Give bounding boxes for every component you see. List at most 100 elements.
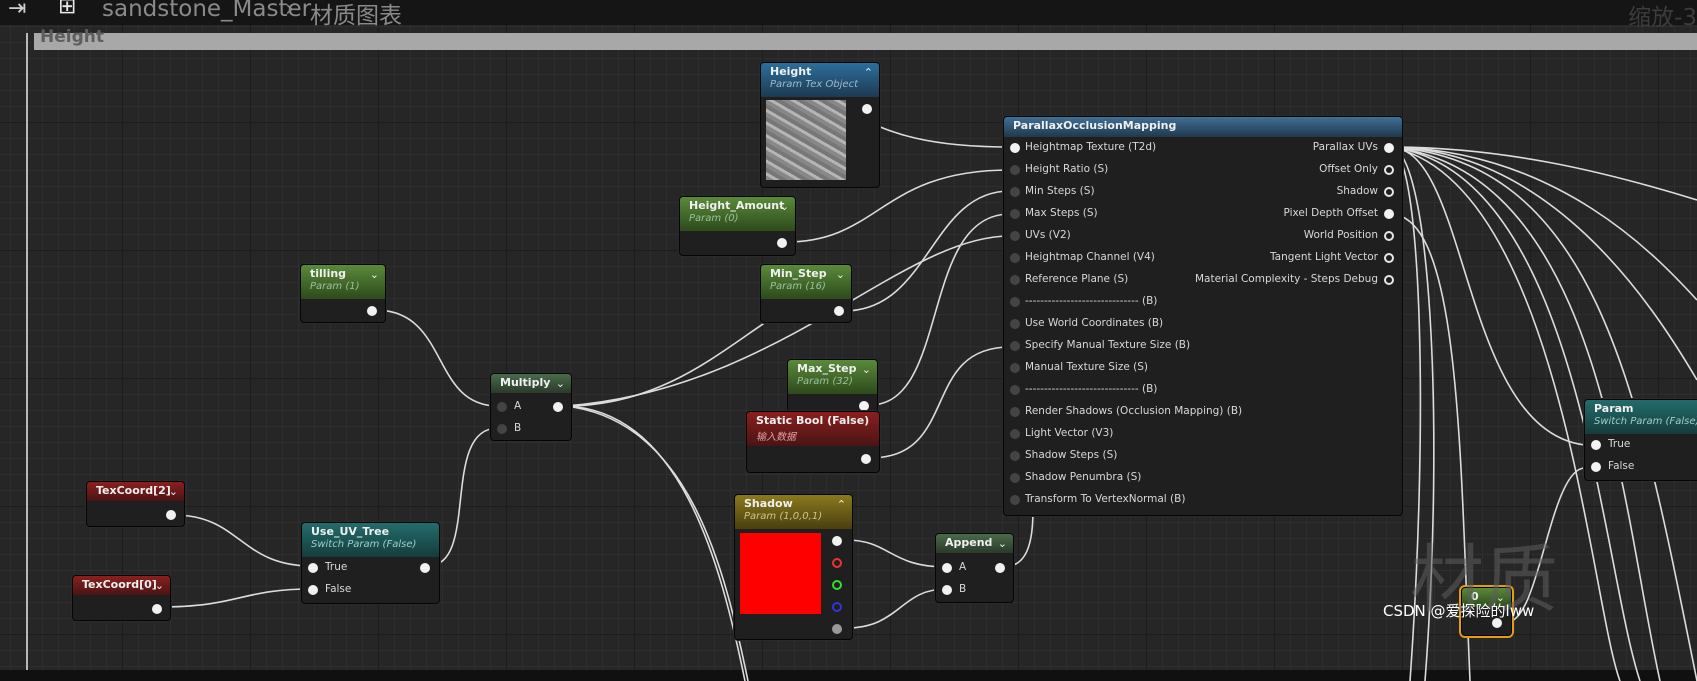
input-pin-b[interactable]	[942, 585, 952, 595]
pom-input-pin[interactable]	[1010, 319, 1020, 329]
input-pin-false[interactable]	[1591, 462, 1601, 472]
pom-input-pin[interactable]	[1010, 473, 1020, 483]
pom-input-pin[interactable]	[1010, 209, 1020, 219]
pom-input-label: Shadow Steps (S)	[1025, 449, 1118, 461]
output-pin[interactable]	[777, 238, 787, 248]
output-pin[interactable]	[859, 401, 869, 411]
node-header[interactable]: Min_Step Param (16) ⌄	[761, 265, 851, 299]
wire-texcoord0-to-useuv	[157, 588, 313, 608]
pom-input-pin[interactable]	[1010, 495, 1020, 505]
pom-output-pin[interactable]	[1384, 275, 1394, 285]
pom-output-pin[interactable]	[1384, 231, 1394, 241]
node-subtitle: Switch Param (False)	[1594, 416, 1697, 427]
output-pin[interactable]	[553, 402, 563, 412]
color-swatch	[740, 533, 821, 614]
wire-maxstep-to-pom	[869, 213, 1011, 406]
output-pin[interactable]	[861, 454, 871, 464]
expand-chevron-icon[interactable]: ⌄	[862, 363, 871, 376]
node-header[interactable]: Height Param Tex Object ⌃	[761, 63, 879, 97]
node-header[interactable]: Height_Amount Param (0) ⌄	[680, 197, 795, 231]
pom-input-pin[interactable]	[1010, 385, 1020, 395]
pom-input-pin[interactable]	[1010, 407, 1020, 417]
pom-output-pin[interactable]	[1384, 187, 1394, 197]
output-pin[interactable]	[166, 510, 176, 520]
pom-output-pin[interactable]	[1384, 143, 1394, 153]
node-append[interactable]: Append ⌄ A B	[935, 533, 1014, 603]
node-subtitle: Param (1)	[310, 281, 360, 292]
node-texcoord-2[interactable]: TexCoord[2] ⌄	[86, 481, 185, 527]
node-header[interactable]: Multiply ⌄	[491, 374, 571, 393]
wire-puv-5	[1389, 146, 1697, 301]
input-pin-true[interactable]	[308, 563, 318, 573]
input-pin-a[interactable]	[497, 402, 507, 412]
output-pin-r[interactable]	[832, 558, 842, 568]
output-pin[interactable]	[834, 306, 844, 316]
output-pin[interactable]	[152, 604, 162, 614]
input-pin-false[interactable]	[308, 585, 318, 595]
pom-input-pin[interactable]	[1010, 275, 1020, 285]
output-pin-b[interactable]	[832, 602, 842, 612]
node-parallax-occlusion-mapping[interactable]: ParallaxOcclusionMapping Heightmap Textu…	[1003, 116, 1403, 516]
node-static-bool[interactable]: Static Bool (False) 输入数据	[746, 411, 880, 473]
node-max-step[interactable]: Max_Step Param (32) ⌄	[787, 359, 878, 413]
expand-chevron-icon[interactable]: ⌄	[556, 377, 565, 390]
input-pin-a[interactable]	[942, 563, 952, 573]
node-texcoord-0[interactable]: TexCoord[0] ⌄	[72, 575, 171, 621]
pom-output-pin[interactable]	[1384, 165, 1394, 175]
expand-chevron-icon[interactable]: ⌄	[998, 537, 1007, 550]
pom-input-pin[interactable]	[1010, 187, 1020, 197]
pom-input-pin[interactable]	[1010, 429, 1020, 439]
node-tilling[interactable]: tilling Param (1) ⌄	[300, 264, 386, 323]
node-height-texture[interactable]: Height Param Tex Object ⌃	[760, 62, 880, 188]
node-header[interactable]: Append ⌄	[936, 534, 1013, 553]
node-use-uv-tree[interactable]: Use_UV_Tree Switch Param (False) True Fa…	[301, 522, 440, 604]
node-header[interactable]: Use_UV_Tree Switch Param (False)	[302, 523, 439, 557]
node-header[interactable]: Shadow Param (1,0,0,1) ⌃	[735, 495, 852, 529]
node-header[interactable]: Static Bool (False) 输入数据	[747, 412, 879, 446]
expand-chevron-icon[interactable]: ⌄	[155, 579, 164, 592]
expand-chevron-icon[interactable]: ⌄	[370, 268, 379, 281]
output-pin-rgb[interactable]	[832, 536, 842, 546]
pom-input-pin[interactable]	[1010, 143, 1020, 153]
node-header[interactable]: TexCoord[2] ⌄	[87, 482, 184, 501]
node-header[interactable]: ParallaxOcclusionMapping	[1004, 117, 1402, 137]
node-height-amount[interactable]: Height_Amount Param (0) ⌄	[679, 196, 796, 256]
expand-chevron-icon[interactable]: ⌄	[780, 200, 789, 213]
node-shadow[interactable]: Shadow Param (1,0,0,1) ⌃	[734, 494, 853, 640]
output-pin[interactable]	[420, 563, 430, 573]
input-pin-b[interactable]	[497, 424, 507, 434]
expand-chevron-icon[interactable]: ⌄	[836, 268, 845, 281]
node-multiply[interactable]: Multiply ⌄ A B	[490, 373, 572, 441]
node-subtitle: Param (0)	[689, 213, 739, 224]
wire-staticbool-to-pom	[869, 346, 1011, 459]
node-header[interactable]: Param Switch Param (False)	[1585, 400, 1697, 434]
node-header[interactable]: Max_Step Param (32) ⌄	[788, 360, 877, 394]
node-header[interactable]: TexCoord[0] ⌄	[73, 576, 170, 595]
pom-input-label: Transform To VertexNormal (B)	[1025, 493, 1186, 505]
pom-input-pin[interactable]	[1010, 451, 1020, 461]
input-pin-true[interactable]	[1591, 440, 1601, 450]
pom-input-pin[interactable]	[1010, 297, 1020, 307]
node-header[interactable]: tilling Param (1) ⌄	[301, 265, 385, 299]
pom-input-pin[interactable]	[1010, 165, 1020, 175]
pom-input-pin[interactable]	[1010, 253, 1020, 263]
node-param-switch[interactable]: Param Switch Param (False) True False	[1584, 399, 1697, 481]
pom-input-pin[interactable]	[1010, 363, 1020, 373]
pom-input-pin[interactable]	[1010, 341, 1020, 351]
node-min-step[interactable]: Min_Step Param (16) ⌄	[760, 264, 852, 323]
wire-shadow-alpha-to-append-b	[845, 588, 947, 629]
node-title: ParallaxOcclusionMapping	[1013, 119, 1177, 132]
node-title: TexCoord[0]	[82, 578, 157, 591]
output-pin[interactable]	[862, 104, 872, 114]
output-pin-a[interactable]	[832, 624, 842, 634]
pom-input-pin[interactable]	[1010, 231, 1020, 241]
expand-chevron-icon[interactable]: ⌄	[169, 485, 178, 498]
node-subtitle: Param (1,0,0,1)	[744, 511, 823, 522]
output-pin[interactable]	[995, 563, 1005, 573]
pom-output-pin[interactable]	[1384, 209, 1394, 219]
collapse-chevron-icon[interactable]: ⌃	[864, 66, 873, 79]
collapse-chevron-icon[interactable]: ⌃	[837, 498, 846, 511]
output-pin-g[interactable]	[832, 580, 842, 590]
output-pin[interactable]	[367, 306, 377, 316]
pom-output-pin[interactable]	[1384, 253, 1394, 263]
